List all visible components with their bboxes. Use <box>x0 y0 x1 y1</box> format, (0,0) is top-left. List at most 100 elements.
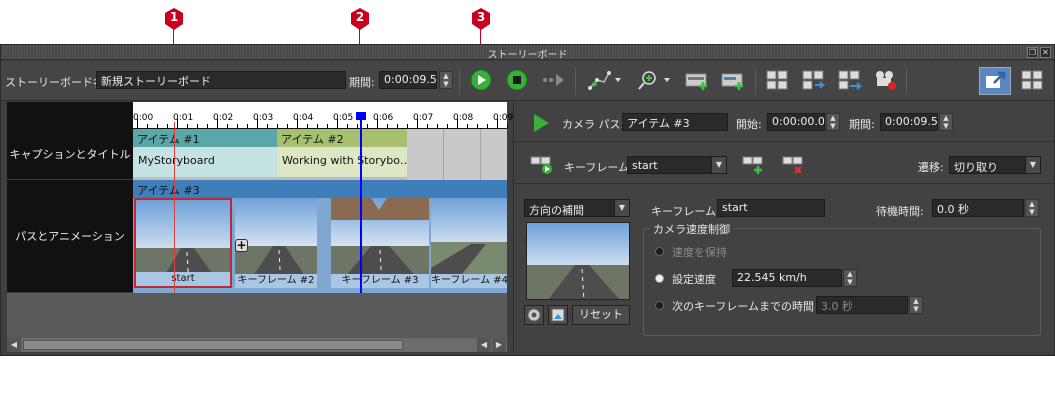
play-icon[interactable] <box>469 68 493 92</box>
ruler-tick <box>167 124 168 128</box>
item-2-header[interactable]: アイテム #2 <box>277 129 407 147</box>
close-icon[interactable]: ✕ <box>1040 47 1051 58</box>
keyframe-thumbnail[interactable]: start <box>134 198 232 288</box>
time-to-next-stepper[interactable]: ▲ ▼ <box>909 296 923 314</box>
camera-target-icon[interactable] <box>524 305 544 325</box>
speed-stepper[interactable]: ▲ ▼ <box>843 269 857 287</box>
track-name-path-animation[interactable]: パスとアニメーション <box>7 180 133 293</box>
keyframe-label: キーフレーム: <box>564 161 633 174</box>
time-to-next-radio[interactable] <box>655 301 664 310</box>
play-path-icon[interactable] <box>532 113 550 136</box>
export-storyboard-icon[interactable] <box>837 68 863 92</box>
properties-panel: カメラ パス: アイテム #3 開始: 0:00:00.0 ▲ ▼ 期間: 0:0… <box>513 102 1055 352</box>
callout-marker-1: 1 <box>164 8 184 30</box>
keyframe-preview <box>526 222 630 300</box>
scroll-left-icon[interactable]: ◀ <box>7 338 21 352</box>
time-ruler[interactable]: 0:00 0:01 0:02 0:03 0:04 0:05 0:06 0:07 0:08 0:09 <box>7 102 528 129</box>
capture-view-icon[interactable] <box>548 305 568 325</box>
item-3-header[interactable]: アイテム #3 <box>133 180 507 198</box>
transition-select[interactable]: 切り取り ▼ <box>949 156 1041 174</box>
import-storyboard-icon[interactable] <box>801 68 826 92</box>
ruler-tick <box>277 124 278 128</box>
keyframe-thumbnail[interactable]: キーフレーム #4 <box>431 198 507 288</box>
ruler-tick <box>317 124 318 128</box>
toolbar-separator <box>575 67 576 95</box>
ruler-tick <box>187 124 188 128</box>
item-1-body[interactable]: MyStoryboard <box>133 147 277 177</box>
ruler-tick <box>307 124 308 128</box>
keyframe-label: キーフレーム #2 <box>235 274 317 288</box>
camera-path-input[interactable]: アイテム #3 <box>622 113 728 131</box>
add-camera-icon[interactable] <box>637 68 670 92</box>
keyframe-row: キーフレーム: start ▼ 遷移: 切り取り ▼ <box>514 142 1055 184</box>
start-input[interactable]: 0:00:00.0 <box>767 113 825 131</box>
track-name-captions[interactable]: キャプションとタイトル <box>7 129 133 180</box>
ruler-tick <box>367 124 368 128</box>
step-forward-icon[interactable] <box>541 68 565 92</box>
delete-keyframe-icon[interactable] <box>782 155 806 180</box>
storyboard-name-input[interactable]: 新規ストーリーボード <box>96 71 346 89</box>
start-label: 開始: <box>736 118 762 131</box>
scrollbar-thumb[interactable] <box>23 340 403 350</box>
ruler-tick <box>207 124 208 128</box>
set-speed-radio[interactable] <box>655 274 664 283</box>
scroll-right-icon[interactable]: ◀ <box>477 338 491 352</box>
start-stepper[interactable]: ▲ ▼ <box>826 113 840 131</box>
path-duration-stepper[interactable]: ▲ ▼ <box>939 113 953 131</box>
path-duration-label: 期間: <box>849 118 875 131</box>
detail-keyframe-input[interactable]: start <box>717 199 825 217</box>
duration-input[interactable]: 0:00:09.5 <box>379 71 437 89</box>
add-keyframe-icon[interactable] <box>742 155 766 180</box>
ruler-tick <box>237 124 238 128</box>
stop-icon[interactable] <box>505 68 529 92</box>
storyboard-grid-icon[interactable] <box>765 68 789 92</box>
play-keyframe-icon[interactable] <box>530 155 554 178</box>
duration-stepper[interactable]: ▲ ▼ <box>439 71 453 89</box>
item-1-header[interactable]: アイテム #1 <box>133 129 277 147</box>
wait-time-input[interactable]: 0.0 秒 <box>932 199 1024 217</box>
toolbar: ストーリーボード名: 新規ストーリーボード 期間: 0:00:09.5 ▲ ▼ <box>1 61 1054 101</box>
toolbar-separator <box>906 67 907 95</box>
reset-button[interactable]: リセット <box>572 305 630 325</box>
playhead-handle[interactable] <box>356 112 366 120</box>
ruler-tick <box>457 118 458 128</box>
add-title-icon[interactable] <box>720 68 744 92</box>
duration-label: 期間: <box>349 76 375 89</box>
time-to-next-input[interactable]: 3.0 秒 <box>816 296 908 314</box>
edit-path-icon[interactable] <box>587 68 621 92</box>
ruler-tick <box>347 124 348 128</box>
record-video-icon[interactable] <box>873 68 897 92</box>
restore-icon[interactable]: ❐ <box>1027 47 1038 58</box>
chevron-down-icon: ▼ <box>711 157 726 173</box>
wait-time-label: 待機時間: <box>876 205 924 218</box>
keyframe-select[interactable]: start ▼ <box>627 156 727 174</box>
ruler-tick <box>217 118 218 128</box>
camera-path-row: カメラ パス: アイテム #3 開始: 0:00:00.0 ▲ ▼ 期間: 0:0… <box>514 102 1055 142</box>
ruler-tick <box>467 124 468 128</box>
ruler-tick <box>437 124 438 128</box>
ruler-tick <box>487 124 488 128</box>
playhead-line[interactable] <box>360 112 362 293</box>
ruler-tick <box>327 124 328 128</box>
wait-time-stepper[interactable]: ▲ ▼ <box>1025 199 1039 217</box>
item-2-body[interactable]: Working with Storybo… <box>277 147 407 177</box>
ruler-tick <box>507 124 508 128</box>
layout-icon[interactable] <box>1020 68 1044 92</box>
popout-icon[interactable] <box>979 67 1011 95</box>
add-caption-icon[interactable] <box>684 68 708 92</box>
keep-speed-label: 速度を保持 <box>672 246 727 259</box>
keep-speed-radio[interactable] <box>655 247 664 256</box>
scroll-end-icon[interactable]: ▶ <box>492 338 506 352</box>
path-duration-input[interactable]: 0:00:09.5 <box>880 113 938 131</box>
callout-line-2 <box>359 28 360 44</box>
speed-input[interactable]: 22.545 km/h <box>732 269 842 287</box>
insert-keyframe-icon[interactable]: + <box>235 239 248 252</box>
ruler-tick <box>377 118 378 128</box>
callout-marker-2: 2 <box>350 8 370 30</box>
keyframe-label: キーフレーム #3 <box>331 274 429 288</box>
interpolation-select[interactable]: 方向の補間 ▼ <box>524 199 630 217</box>
ruler-tick <box>337 118 338 128</box>
horizontal-scrollbar[interactable]: ◀ ◀ ▶ <box>7 338 507 352</box>
ruler-tick <box>147 124 148 128</box>
keyframe-thumbnail[interactable]: キーフレーム #3 <box>331 198 429 288</box>
